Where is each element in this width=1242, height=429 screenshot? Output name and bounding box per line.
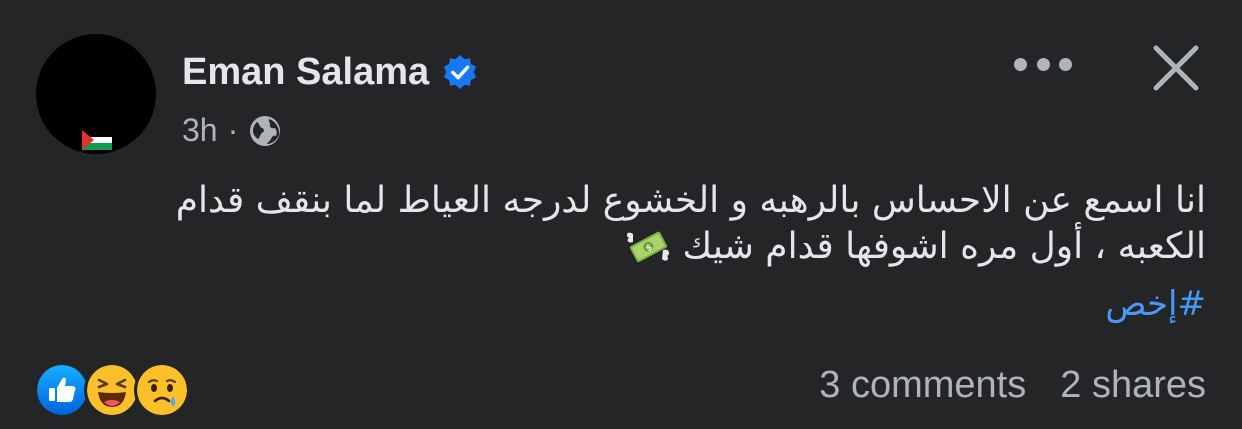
post-time[interactable]: 3h: [182, 112, 218, 149]
reactions-summary[interactable]: [34, 362, 190, 418]
post-text-line-2: الكعبه ، أول مره اشوفها قدام شيك $: [86, 224, 1206, 270]
post-text: انا اسمع عن الاحساس بالرهبه و الخشوع لدر…: [86, 178, 1206, 270]
more-options-icon: [1036, 57, 1050, 71]
post-meta: 3h ·: [182, 112, 282, 149]
engagement-stats: 3 comments 2 shares: [819, 364, 1206, 407]
hashtag-link[interactable]: #إخص: [1105, 284, 1206, 324]
post-text-line: انا اسمع عن الاحساس بالرهبه و الخشوع لدر…: [175, 180, 1206, 221]
more-options-button[interactable]: [1014, 48, 1072, 80]
author-name[interactable]: Eman Salama: [182, 50, 429, 94]
palestine-flag-icon: [82, 130, 112, 150]
meta-separator: ·: [227, 112, 239, 148]
more-options-icon: [1014, 57, 1027, 71]
like-reaction-icon: [34, 362, 90, 418]
globe-icon[interactable]: [248, 114, 282, 148]
verified-badge-icon: [443, 54, 477, 90]
haha-reaction-icon: [84, 362, 140, 418]
sad-reaction-icon: [134, 362, 190, 418]
close-icon[interactable]: [1150, 42, 1202, 94]
shares-count[interactable]: 2 shares: [1060, 364, 1206, 407]
more-options-icon: [1059, 57, 1072, 71]
comments-count[interactable]: 3 comments: [819, 364, 1026, 407]
money-with-wings-emoji: $: [626, 231, 670, 263]
author-avatar[interactable]: [36, 34, 156, 154]
author-row: Eman Salama: [182, 50, 479, 94]
post-text-line: الكعبه ، أول مره اشوفها قدام شيك: [682, 226, 1206, 267]
